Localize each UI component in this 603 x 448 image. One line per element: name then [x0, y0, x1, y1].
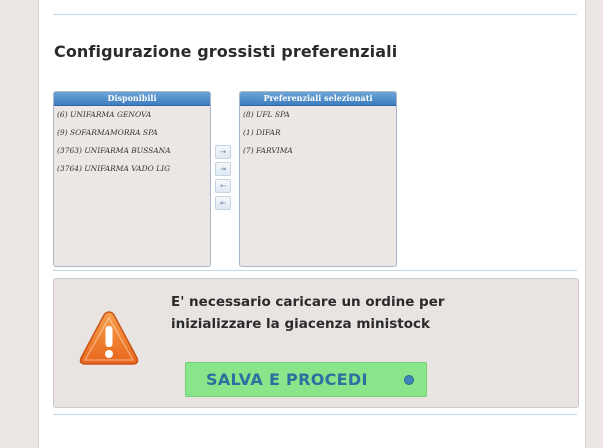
top-divider [53, 14, 577, 15]
save-and-proceed-button[interactable]: SALVA E PROCEDI [185, 362, 427, 397]
selected-list[interactable]: Preferenziali selezionati (8) UFL SPA (1… [239, 91, 397, 267]
available-list-header: Disponibili [54, 92, 210, 106]
move-left-button[interactable]: ← [215, 179, 231, 193]
available-item[interactable]: (6) UNIFARMA GENOVA [54, 106, 210, 124]
selected-item[interactable]: (8) UFL SPA [240, 106, 396, 124]
notice-panel: E' necessario caricare un ordine per ini… [53, 278, 579, 408]
move-buttons: → ⇥ ← ⇤ [215, 145, 231, 213]
available-item[interactable]: (3763) UNIFARMA BUSSANA [54, 142, 210, 160]
section-title: Configurazione grossisti preferenziali [54, 42, 398, 61]
main-content: Configurazione grossisti preferenziali D… [39, 0, 584, 448]
move-all-right-button[interactable]: ⇥ [215, 162, 231, 176]
notice-line-1: E' necessario caricare un ordine per [171, 294, 445, 310]
move-all-left-button[interactable]: ⇤ [215, 196, 231, 210]
selected-item[interactable]: (1) DIFAR [240, 124, 396, 142]
notice-message: E' necessario caricare un ordine per ini… [171, 291, 531, 335]
save-and-proceed-label: SALVA E PROCEDI [206, 370, 368, 389]
bottom-divider [53, 414, 577, 415]
available-item[interactable]: (9) SOFARMAMORRA SPA [54, 124, 210, 142]
arrow-bullet-icon [404, 375, 414, 385]
right-margin-panel [585, 0, 603, 448]
selected-item[interactable]: (7) FARVIMA [240, 142, 396, 160]
middle-divider [53, 270, 577, 271]
available-list[interactable]: Disponibili (6) UNIFARMA GENOVA (9) SOFA… [53, 91, 211, 267]
left-margin-panel [0, 0, 39, 448]
available-item[interactable]: (3764) UNIFARMA VADO LIG [54, 160, 210, 178]
move-right-button[interactable]: → [215, 145, 231, 159]
selected-list-header: Preferenziali selezionati [240, 92, 396, 106]
warning-icon [79, 311, 139, 365]
notice-line-2: inizializzare la giacenza ministock [171, 316, 431, 332]
